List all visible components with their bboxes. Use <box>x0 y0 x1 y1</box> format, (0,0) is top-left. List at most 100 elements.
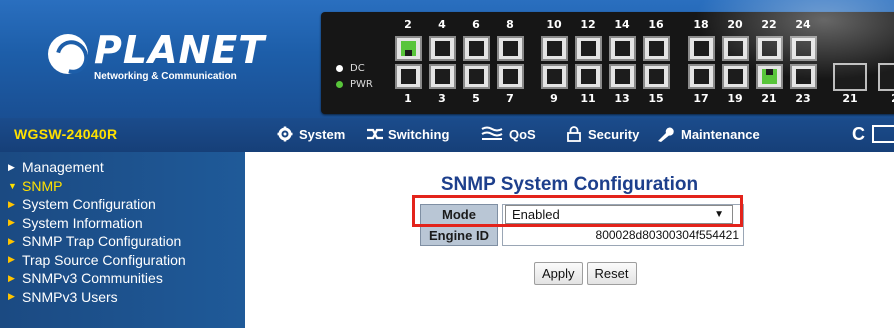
led-pwr: PWR <box>336 76 373 92</box>
port-9-icon[interactable] <box>541 64 568 89</box>
port-17-icon[interactable] <box>688 64 715 89</box>
port-5-icon[interactable] <box>463 64 490 89</box>
port-14-icon[interactable] <box>609 36 636 61</box>
nav-maintenance-label: Maintenance <box>681 126 760 142</box>
sidebar-item-system-information[interactable]: ▶ System Information <box>0 214 245 233</box>
mode-highlight-box <box>412 195 743 227</box>
qos-icon <box>481 126 503 142</box>
port-22-icon[interactable] <box>756 36 783 61</box>
nav-security-label: Security <box>588 126 640 142</box>
port-number-4: 4 <box>438 18 446 31</box>
sidebar-item-label: Trap Source Configuration <box>22 251 186 268</box>
sidebar-item-label: System Information <box>22 214 143 231</box>
port-13-icon[interactable] <box>609 64 636 89</box>
refresh-icon[interactable]: C <box>852 124 865 145</box>
sidebar-item-label: System Configuration <box>22 196 156 213</box>
port-number-19: 19 <box>727 92 743 105</box>
port-2-icon[interactable] <box>395 36 422 61</box>
nav-system-label: System <box>299 126 346 142</box>
nav-switching-label: Switching <box>388 126 450 142</box>
nav-maintenance[interactable]: Maintenance <box>655 126 760 142</box>
nav-qos-label: QoS <box>509 126 536 142</box>
caret-down-icon: ▼ <box>8 180 17 191</box>
sfp-port-icon[interactable] <box>833 63 867 91</box>
nav-switching[interactable]: Switching <box>366 126 449 142</box>
port-16-icon[interactable] <box>643 36 670 61</box>
sidebar-item-snmp-trap-configuration[interactable]: ▶ SNMP Trap Configuration <box>0 232 245 251</box>
port-21-icon[interactable] <box>756 64 783 89</box>
port-8-icon[interactable] <box>497 36 524 61</box>
port-number-7: 7 <box>506 92 514 105</box>
sidebar-item-label: SNMP <box>22 177 63 194</box>
app-root: PLANET Networking & Communication DC PWR… <box>0 0 894 328</box>
pwr-led-icon <box>336 80 343 88</box>
port-number-8: 8 <box>506 18 514 31</box>
caret-right-icon: ▶ <box>8 272 15 283</box>
apply-button[interactable]: Apply <box>534 262 583 285</box>
port-18-icon[interactable] <box>688 36 715 61</box>
port-24-icon[interactable] <box>790 36 817 61</box>
sfp-port-number: 21 <box>842 92 858 105</box>
port-3-icon[interactable] <box>429 64 456 89</box>
port-number-16: 16 <box>648 18 664 31</box>
port-6-icon[interactable] <box>463 36 490 61</box>
port-19-icon[interactable] <box>722 64 749 89</box>
nav-qos[interactable]: QoS <box>481 126 536 142</box>
main-content: SNMP System Configuration Mode Enabled ▼… <box>245 152 894 328</box>
caret-right-icon: ▶ <box>8 291 15 302</box>
sfp-port-icon[interactable] <box>878 63 894 91</box>
top-navbar: WGSW-24040R System Switching QoS Securit… <box>0 118 894 152</box>
port-12-icon[interactable] <box>575 36 602 61</box>
switching-icon <box>366 126 383 142</box>
port-23-icon[interactable] <box>790 64 817 89</box>
model-name: WGSW-24040R <box>14 126 118 142</box>
engine-id-row: Engine ID <box>420 225 744 246</box>
engine-id-input[interactable] <box>505 226 743 245</box>
reset-button[interactable]: Reset <box>586 262 637 285</box>
port-number-18: 18 <box>693 18 709 31</box>
logo-name: PLANET <box>94 28 266 72</box>
port-4-icon[interactable] <box>429 36 456 61</box>
form-buttons: Apply Reset <box>534 262 641 285</box>
sidebar-item-system-configuration[interactable]: ▶ System Configuration <box>0 195 245 214</box>
port-number-1: 1 <box>404 92 412 105</box>
sidebar-item-snmpv3-communities[interactable]: ▶ SNMPv3 Communities <box>0 269 245 288</box>
caret-right-icon: ▶ <box>8 161 15 172</box>
port-number-22: 22 <box>761 18 777 31</box>
port-15-icon[interactable] <box>643 64 670 89</box>
window-icon[interactable] <box>872 125 894 143</box>
port-number-23: 23 <box>795 92 811 105</box>
led-dc: DC <box>336 60 373 76</box>
sidebar-item-label: SNMPv3 Communities <box>22 270 163 287</box>
caret-right-icon: ▶ <box>8 217 15 228</box>
logo-subtitle: Networking & Communication <box>94 71 237 82</box>
port-number-20: 20 <box>727 18 743 31</box>
engine-id-label: Engine ID <box>420 225 498 246</box>
caret-right-icon: ▶ <box>8 235 15 246</box>
caret-right-icon: ▶ <box>8 198 15 209</box>
sidebar-item-snmp[interactable]: ▼ SNMP <box>0 177 245 196</box>
port-10-icon[interactable] <box>541 36 568 61</box>
port-number-24: 24 <box>795 18 811 31</box>
port-number-13: 13 <box>614 92 630 105</box>
port-1-icon[interactable] <box>395 64 422 89</box>
port-number-14: 14 <box>614 18 630 31</box>
port-number-6: 6 <box>472 18 480 31</box>
port-7-icon[interactable] <box>497 64 524 89</box>
page-title: SNMP System Configuration <box>440 174 699 195</box>
sidebar-item-snmpv3-users[interactable]: ▶ SNMPv3 Users <box>0 288 245 307</box>
sidebar-menu: ▶ Management ▼ SNMP ▶ System Configurati… <box>0 152 245 328</box>
sidebar-item-management[interactable]: ▶ Management <box>0 158 245 177</box>
port-number-9: 9 <box>550 92 558 105</box>
planet-logo: PLANET Networking & Communication <box>48 30 264 82</box>
dc-led-icon <box>336 64 343 72</box>
nav-system[interactable]: System <box>277 126 345 142</box>
lock-icon <box>566 126 582 142</box>
sidebar-item-trap-source-configuration[interactable]: ▶ Trap Source Configuration <box>0 251 245 270</box>
port-11-icon[interactable] <box>575 64 602 89</box>
port-number-2: 2 <box>404 18 412 31</box>
status-leds: DC PWR <box>336 60 373 92</box>
port-number-12: 12 <box>580 18 596 31</box>
nav-security[interactable]: Security <box>566 126 639 142</box>
port-20-icon[interactable] <box>722 36 749 61</box>
